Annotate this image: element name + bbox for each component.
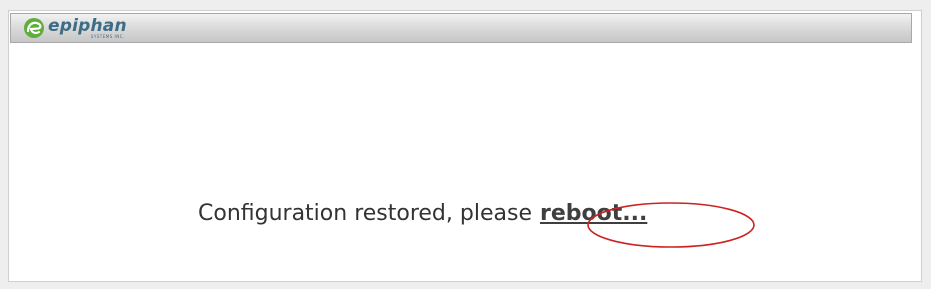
logo-subtext: SYSTEMS INC. bbox=[90, 34, 125, 39]
epiphan-swirl-icon bbox=[24, 18, 44, 38]
page-frame bbox=[8, 10, 922, 282]
status-message: Configuration restored, please reboot... bbox=[198, 201, 647, 227]
header-bar: epiphan SYSTEMS INC. bbox=[10, 13, 912, 43]
reboot-link[interactable]: reboot... bbox=[540, 201, 647, 226]
message-text: Configuration restored, please bbox=[198, 201, 532, 226]
logo-wordmark: epiphan bbox=[48, 16, 127, 36]
epiphan-logo[interactable]: epiphan SYSTEMS INC. bbox=[23, 17, 127, 41]
